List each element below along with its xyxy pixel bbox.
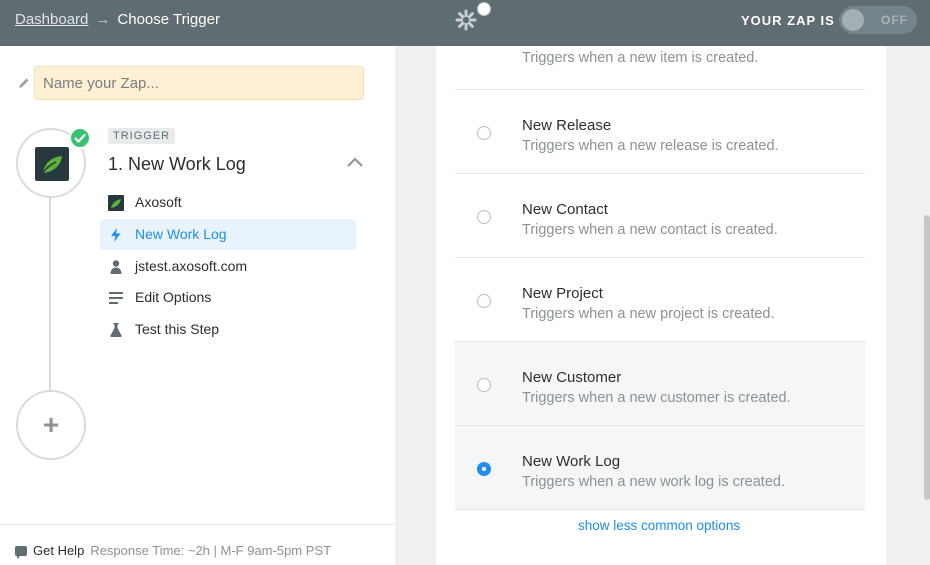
step-title[interactable]: 1. New Work Log	[108, 154, 246, 175]
trigger-option-selected[interactable]: New Work Log Triggers when a new work lo…	[455, 426, 865, 510]
trigger-option-desc: Triggers when a new work log is created.	[522, 474, 785, 490]
plus-icon: +	[42, 409, 60, 440]
axosoft-app-icon	[35, 147, 69, 181]
step-menu-item-label: New Work Log	[135, 226, 227, 242]
radio-button[interactable]	[477, 126, 491, 140]
user-icon	[108, 259, 124, 275]
zap-name-input[interactable]	[34, 66, 364, 100]
breadcrumb-dashboard-link[interactable]: Dashboard	[15, 11, 88, 28]
pencil-icon	[19, 78, 29, 88]
trigger-option[interactable]: New Project Triggers when a new project …	[455, 258, 865, 342]
sidebar-divider	[0, 524, 395, 525]
step-menu-item-label: jstest.axosoft.com	[135, 258, 248, 274]
breadcrumb-current: Choose Trigger	[117, 11, 220, 28]
trigger-option-desc: Triggers when a new project is created.	[522, 306, 775, 322]
scrollbar[interactable]	[924, 215, 930, 500]
zap-editor-sidebar: TRIGGER 1. New Work Log Axosoft New Work…	[0, 46, 395, 565]
trigger-option-desc: Triggers when a new contact is created.	[522, 222, 778, 238]
step-connector-line	[49, 196, 51, 392]
step-menu-item-trigger[interactable]: New Work Log	[100, 219, 356, 250]
lightning-bolt-icon	[108, 227, 124, 243]
trigger-option-title: New Release	[522, 117, 612, 134]
trigger-option-title: New Customer	[522, 369, 622, 386]
trigger-option[interactable]: New Contact Triggers when a new contact …	[455, 174, 865, 258]
radio-button[interactable]	[477, 210, 491, 224]
trigger-option[interactable]: Triggers when a new item is created.	[455, 2, 865, 90]
step-menu-item-account[interactable]: jstest.axosoft.com	[100, 251, 356, 282]
trigger-option-desc: Triggers when a new item is created.	[522, 50, 759, 66]
trigger-option[interactable]: New Release Triggers when a new release …	[455, 90, 865, 174]
radio-button[interactable]	[477, 378, 491, 392]
step-menu-item-label: Edit Options	[135, 289, 212, 305]
trigger-option-title: New Contact	[522, 201, 608, 218]
trigger-option-desc: Triggers when a new release is created.	[522, 138, 779, 154]
step-menu-item-edit-options[interactable]: Edit Options	[100, 282, 356, 313]
toggle-state-text: OFF	[881, 13, 908, 27]
step-menu-item-label: Test this Step	[135, 321, 220, 337]
chevron-up-icon[interactable]	[346, 156, 364, 168]
step-menu-item-test[interactable]: Test this Step	[100, 314, 356, 345]
axosoft-app-icon	[108, 195, 124, 211]
radio-button[interactable]	[477, 294, 491, 308]
lines-icon	[108, 290, 124, 306]
add-step-button[interactable]: +	[16, 390, 86, 460]
trigger-option-title: New Work Log	[522, 453, 621, 470]
radio-button[interactable]	[477, 2, 491, 16]
get-help-link[interactable]: Get Help	[33, 543, 84, 558]
trigger-option[interactable]: New Customer Triggers when a new custome…	[455, 342, 865, 426]
trigger-badge: TRIGGER	[108, 128, 176, 144]
step-menu-item-label: Axosoft	[135, 194, 182, 210]
step-complete-check-icon	[69, 127, 91, 149]
chat-bubble-icon	[15, 546, 27, 559]
trigger-option-desc: Triggers when a new customer is created.	[522, 390, 791, 406]
show-less-options-link[interactable]: show less common options	[578, 518, 740, 533]
breadcrumb-arrow: →	[95, 11, 111, 28]
help-bar: Get Help Response Time: ~2h | M-F 9am-5pm…	[15, 543, 332, 559]
breadcrumb: Dashboard → Choose Trigger	[15, 11, 220, 28]
flask-icon	[108, 322, 124, 338]
step-menu-item-app[interactable]: Axosoft	[100, 187, 356, 218]
trigger-option-title: New Project	[522, 285, 603, 302]
radio-button-selected[interactable]	[477, 462, 491, 476]
response-time-text: Response Time: ~2h | M-F 9am-5pm PST	[90, 543, 332, 558]
